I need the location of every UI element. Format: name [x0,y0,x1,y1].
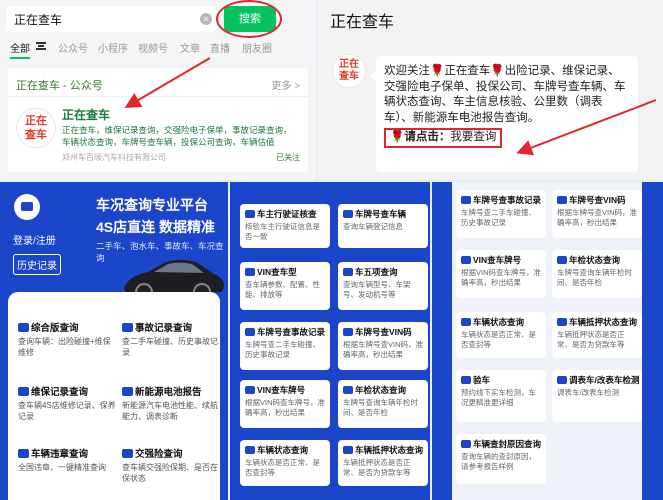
filter-icon[interactable] [36,42,46,50]
chat-title: 正在查车 [330,14,395,31]
service-card[interactable]: VIN查车牌号 根据VIN码查车牌号，准确率高，秒出结果 [456,250,546,298]
service-card[interactable]: 年检状态查询 车牌号查询车辆年检时间、是否年检 [552,250,642,298]
account-company: 郑州车百顺汽车科技有限公司 [62,153,166,162]
vin-icon [245,386,255,394]
search-tabs: 全部 公众号 小程序 视频号 文章 直播 朋友圈 [0,38,316,59]
click-label: 🌹请点击： [390,131,451,143]
chat-avatar[interactable]: 正在 查车 [332,54,366,88]
service-grid-screen-2: 车牌号查事故记录 车牌号查二手车碰撞、历史事故记录 车牌号查VIN码 根据车牌号… [432,182,663,500]
history-button[interactable]: 历史记录 [13,254,61,275]
account-logo: 正在 查车 [16,108,56,148]
tab-channels[interactable]: 视频号 [138,40,168,55]
service-item[interactable]: 车辆违章查询 全国违章，一键精准查询 [18,446,118,473]
service-card[interactable]: 车主行驶证核查 核验车主行驶证信息是否一致 [240,204,330,248]
plate-icon [343,210,353,218]
login-register-link[interactable]: 登录/注册 [13,232,56,247]
service-card[interactable]: 车辆查封原因查询 查询车辆的查封原因，请参考报告样例 [456,434,546,484]
service-item[interactable]: 新能源电池报告 新能源汽车电池性能、续航能力、调表诊断 [122,384,222,422]
inspection-icon [343,386,353,394]
inspection-icon [461,376,471,384]
service-card[interactable]: 调表车/改表车检测 调表车/改表车检测 [552,370,642,422]
service-card[interactable]: 车牌号查事故记录 车牌号查二手车碰撞、历史事故记录 [240,322,330,370]
service-item[interactable]: 维保记录查询 查车辆4S店维修记录、保养记录 [18,384,118,422]
search-input[interactable]: 正在查车 × [6,6,216,32]
service-card[interactable]: 车牌号查车辆 查询车辆登记信息 [338,204,428,248]
service-card[interactable]: 车辆抵押状态查询 车辆抵押状态是否正常、是否为贷款车等 [338,440,428,486]
violation-icon [18,449,29,458]
service-card[interactable]: 车牌号查VIN码 根据车牌号查VIN码，准确率高，秒出结果 [552,190,642,238]
car-icon [245,446,255,454]
wechat-search-screen: 正在查车 × 搜索 全部 公众号 小程序 视频号 文章 直播 朋友圈 正在查车 … [0,0,316,180]
wrench-icon [18,387,29,396]
car-icon [461,196,471,204]
odometer-icon [557,376,567,384]
seal-icon [461,440,471,448]
mortgage-icon [343,446,353,454]
service-item[interactable]: 交强险查询 查车辆交强险保期、是否在保状态 [122,446,222,484]
vin-icon [343,328,353,336]
vin-icon [245,268,255,276]
service-panel: 综合版查询 查询车辆：出险碰撞+维保维修 事故记录查询 查二手车碰撞、历史事故记… [8,292,220,500]
card-header: 正在查车 - 公众号 [16,80,103,92]
tab-articles[interactable]: 文章 [180,40,200,55]
chat-message-bubble: 欢迎关注🌹正在查车🌹出险记录、维保记录、交强险电子保单、投保公司、车牌号查车辆、… [370,56,638,172]
id-card-icon [245,210,255,218]
annotation-circle [216,0,282,38]
service-card[interactable]: 车牌号查VIN码 根据车牌号查VIN码，准确率高，秒出结果 [338,322,428,370]
service-card[interactable]: VIN查车牌号 根据VIN码查车牌号，准确率高，秒出结果 [240,380,330,428]
chat-message-text: 欢迎关注🌹正在查车🌹出险记录、维保记录、交强险电子保单、投保公司、车牌号查车辆、… [384,65,626,124]
search-query: 正在查车 [14,13,63,27]
more-link[interactable]: 更多 > [271,77,300,92]
click-query-link[interactable]: 🌹请点击：我要查询 [384,128,503,148]
car-icon [343,268,353,276]
account-result-card[interactable]: 正在查车 - 公众号 更多 > 正在 查车 正在查车 正在查车，维保记录查询，交… [8,68,308,172]
car-icon [461,318,471,326]
account-description: 正在查车，维保记录查询，交强险电子保单，事故记录查询， 车辆状态查询，车牌号查车… [62,125,292,147]
followed-badge: 已关注 [276,153,300,162]
service-card[interactable]: 验车 预约线下实车检测，车况更精准更详细 [456,370,546,422]
inspection-icon [557,256,567,264]
tab-all[interactable]: 全部 [10,40,30,59]
insurance-icon [122,449,133,458]
app-home-screen: 登录/注册 历史记录 车况查询专业平台 4S店直连 数据精准 二手车、泡水车、事… [0,182,228,500]
hero-title: 车况查询专业平台 4S店直连 数据精准 [96,197,216,235]
tab-moments[interactable]: 朋友圈 [242,40,272,55]
app-icon[interactable] [14,194,40,220]
service-item[interactable]: 事故记录查询 查二手车碰撞、历史事故记录 [122,320,222,358]
vin-icon [461,256,471,264]
clear-icon[interactable]: × [200,13,212,25]
service-card[interactable]: 车辆状态查询 车辆状态是否正常、是否查封等 [240,440,330,486]
account-name[interactable]: 正在查车 [62,106,110,123]
vin-icon [557,196,567,204]
report-icon [18,323,29,332]
tab-mini-programs[interactable]: 小程序 [98,40,128,55]
service-card[interactable]: 车牌号查事故记录 车牌号查二手车碰撞、历史事故记录 [456,190,546,238]
battery-icon [122,387,133,396]
chat-screen: 正在查车 正在 查车 欢迎关注🌹正在查车🌹出险记录、维保记录、交强险电子保单、投… [318,0,663,180]
click-value[interactable]: 我要查询 [450,131,496,143]
service-card[interactable]: 车五项查询 查询车辆型号、车架号、发动机号等 [338,262,428,310]
divider [8,96,308,97]
service-card[interactable]: VIN查车型 查车辆参数、配置、性能、排放等 [240,262,330,310]
tab-live[interactable]: 直播 [210,40,230,55]
mortgage-icon [557,318,567,326]
service-grid-screen: 车主行驶证核查 核验车主行驶证信息是否一致 车牌号查车辆 查询车辆登记信息 VI… [230,182,430,500]
service-item[interactable]: 综合版查询 查询车辆：出险碰撞+维保维修 [18,320,118,358]
car-icon [122,323,133,332]
service-panel: 车牌号查事故记录 车牌号查二手车碰撞、历史事故记录 车牌号查VIN码 根据车牌号… [452,182,642,500]
service-card[interactable]: 车辆抵押状态查询 车辆抵押状态是否正常、是否为贷款车等 [552,312,642,358]
service-card[interactable]: 车辆状态查询 车辆状态是否正常、是否查封等 [456,312,546,358]
service-card[interactable]: 年检状态查询 车牌号查询车辆年检时间、是否年检 [338,380,428,428]
tab-official-accounts[interactable]: 公众号 [58,40,88,55]
car-icon [245,328,255,336]
